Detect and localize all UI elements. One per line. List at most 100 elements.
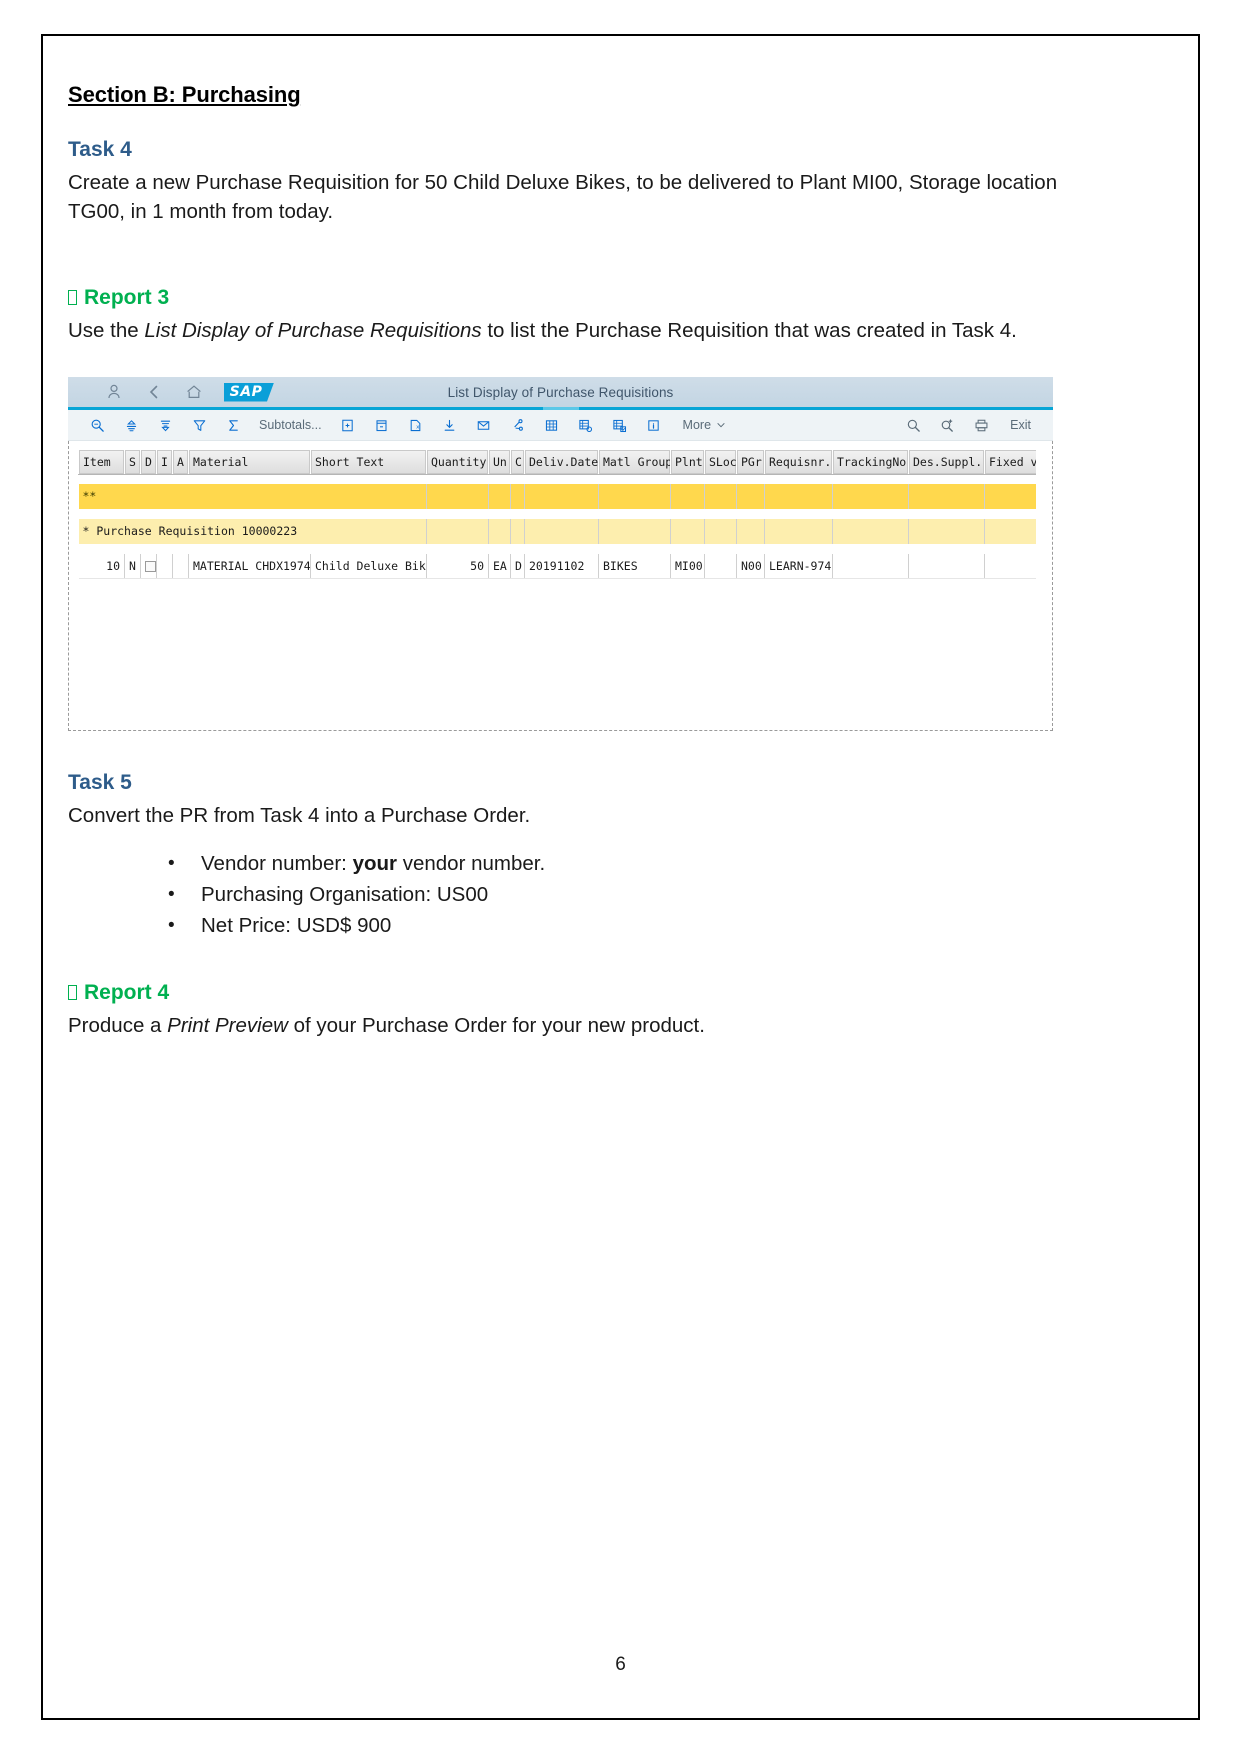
grid-select-icon[interactable]: [603, 410, 637, 440]
col-un[interactable]: Un: [488, 449, 511, 475]
subtotal-quantity: [426, 518, 489, 545]
col-des-suppl[interactable]: Des.Suppl.: [908, 449, 985, 475]
grid-icon[interactable]: [535, 410, 569, 440]
list-item: Net Price: USD$ 900: [68, 910, 1098, 941]
cell-des-suppl: [908, 553, 985, 579]
subtotal-row[interactable]: * Purchase Requisition 10000223: [78, 518, 1036, 545]
grand-total-plnt: [670, 483, 705, 510]
alv-grid: Item S D I A Material Short Text Quantit…: [78, 449, 1036, 579]
subtotals-button[interactable]: Subtotals...: [250, 418, 331, 432]
sort-descending-icon[interactable]: [148, 410, 182, 440]
cell-tracking-no: [832, 553, 909, 579]
cell-c: D: [510, 553, 525, 579]
col-matl-group[interactable]: Matl Group: [598, 449, 671, 475]
search-plus-icon[interactable]: [930, 410, 964, 440]
print-icon[interactable]: [964, 410, 998, 440]
grand-total-tracking: [832, 483, 909, 510]
report-4-body-suffix: of your Purchase Order for your new prod…: [287, 1014, 705, 1037]
row-checkbox[interactable]: [145, 560, 156, 572]
grand-total-c: [510, 483, 525, 510]
report-3-body-prefix: Use the: [68, 319, 145, 342]
grand-total-quantity: [426, 483, 489, 510]
subtotal-requisnr: [764, 518, 833, 545]
exit-button[interactable]: Exit: [998, 418, 1039, 432]
sum-icon[interactable]: [216, 410, 250, 440]
report-3-body: Use the List Display of Purchase Requisi…: [68, 316, 1098, 345]
bullet-0-prefix: Vendor number:: [201, 852, 353, 875]
mail-icon[interactable]: [467, 410, 501, 440]
report-4-body-italic: Print Preview: [167, 1014, 288, 1037]
export-icon[interactable]: [365, 410, 399, 440]
print-preview-icon[interactable]: [331, 410, 365, 440]
search-icon[interactable]: [896, 410, 930, 440]
cell-matl-group: BIKES: [598, 553, 671, 579]
col-sloc[interactable]: SLoc: [704, 449, 737, 475]
subtotal-plnt: [670, 518, 705, 545]
task-5-bullet-list: Vendor number: your vendor number. Purch…: [68, 848, 1098, 941]
col-plnt[interactable]: Plnt: [670, 449, 705, 475]
more-menu-button[interactable]: More: [671, 418, 732, 432]
col-c[interactable]: C: [510, 449, 525, 475]
spreadsheet-icon[interactable]: x: [399, 410, 433, 440]
header-progress-dots: [542, 407, 579, 410]
more-menu-label: More: [682, 418, 712, 432]
grand-total-pgr: [736, 483, 765, 510]
col-short-text[interactable]: Short Text: [310, 449, 427, 475]
task-5-heading: Task 5: [68, 771, 132, 794]
cell-d-checkbox[interactable]: [140, 553, 157, 579]
cell-s: N: [124, 553, 141, 579]
col-item[interactable]: Item: [78, 449, 125, 475]
cell-quantity: 50: [426, 553, 489, 579]
cell-deliv-date: 20191102: [524, 553, 599, 579]
col-material[interactable]: Material: [188, 449, 311, 475]
info-icon[interactable]: [637, 410, 671, 440]
subtotal-fixed-vend: [984, 518, 1036, 545]
grand-total-row[interactable]: **: [78, 483, 1036, 510]
grand-total-des-suppl: [908, 483, 985, 510]
cell-item: 10: [78, 553, 125, 579]
missing-glyph-icon: [68, 985, 77, 1000]
task-4-body: Create a new Purchase Requisition for 50…: [68, 171, 1058, 223]
bullet-0-bold: your: [352, 852, 398, 875]
task-4-heading: Task 4: [68, 138, 132, 161]
subtotal-pgr: [736, 518, 765, 545]
col-i[interactable]: I: [156, 449, 173, 475]
col-s[interactable]: S: [124, 449, 141, 475]
grid-spacer-row: [78, 544, 1036, 554]
grand-total-requisnr: [764, 483, 833, 510]
bullet-1-prefix: Purchasing Organisation: US00: [201, 883, 489, 906]
col-tracking-no[interactable]: TrackingNo: [832, 449, 909, 475]
grid-settings-icon[interactable]: [569, 410, 603, 440]
col-fixed-vend[interactable]: Fixed vend: [984, 449, 1036, 475]
grand-total-un: [488, 483, 511, 510]
cell-plnt: MI00: [670, 553, 705, 579]
alv-grid-container: Item S D I A Material Short Text Quantit…: [68, 441, 1053, 731]
find-icon[interactable]: [80, 410, 114, 440]
list-item: Vendor number: your vendor number.: [68, 848, 1098, 879]
col-requisnr[interactable]: Requisnr.: [764, 449, 833, 475]
table-row[interactable]: 10 N MATERIAL CHDX1974 Child Deluxe Bike…: [78, 553, 1036, 579]
grid-spacer-row: [78, 509, 1036, 519]
col-deliv-date[interactable]: Deliv.Date: [524, 449, 599, 475]
filter-icon[interactable]: [182, 410, 216, 440]
col-d[interactable]: D: [140, 449, 157, 475]
download-icon[interactable]: [433, 410, 467, 440]
task-5-body: Convert the PR from Task 4 into a Purcha…: [68, 804, 531, 827]
cell-un: EA: [488, 553, 511, 579]
report-3-label: Report 3: [84, 286, 170, 309]
col-pgr[interactable]: PGr: [736, 449, 765, 475]
link-icon[interactable]: [501, 410, 535, 440]
report-3-heading: Report 3: [68, 286, 1098, 310]
chevron-down-icon: [717, 422, 725, 428]
grand-total-fixed-vend: [984, 483, 1036, 510]
subtotal-matl-group: [598, 518, 671, 545]
sap-shell-header: SAP List Display of Purchase Requisition…: [68, 377, 1053, 410]
subtotal-deliv-date: [524, 518, 599, 545]
report-4-heading: Report 4: [68, 981, 1098, 1005]
col-a[interactable]: A: [172, 449, 189, 475]
grid-spacer-row: [78, 474, 1036, 484]
report-4-label: Report 4: [84, 981, 170, 1004]
sort-ascending-icon[interactable]: [114, 410, 148, 440]
bullet-0-suffix: vendor number.: [397, 852, 546, 875]
col-quantity[interactable]: Quantity: [426, 449, 489, 475]
